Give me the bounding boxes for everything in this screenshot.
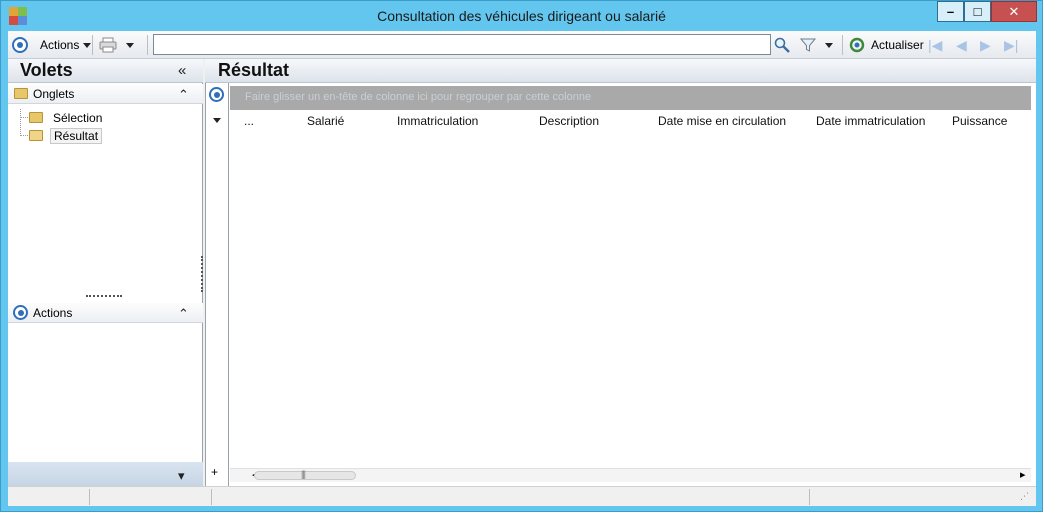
search-button[interactable] (774, 35, 790, 55)
panel-splitter-grip[interactable] (86, 295, 122, 297)
column-header-more[interactable]: ... (244, 114, 254, 132)
grid-row-gutter: + (205, 83, 229, 490)
tree-item-label: Résultat (50, 127, 103, 144)
toolbar-separator (842, 35, 843, 55)
status-cell (211, 489, 212, 505)
onglets-group-header[interactable]: Onglets ⌃ (8, 84, 203, 104)
first-record-button[interactable]: |◀ (928, 35, 942, 55)
open-folder-icon (29, 130, 43, 141)
status-cell (89, 489, 90, 505)
resize-grip-icon[interactable]: ⋰ (1020, 491, 1029, 502)
chevron-down-icon (126, 42, 134, 48)
refresh-button[interactable]: Actualiser (849, 35, 924, 55)
previous-record-button[interactable]: ◀ (956, 35, 967, 55)
target-icon[interactable] (209, 87, 224, 102)
folder-icon (29, 112, 43, 123)
scroll-right-icon[interactable]: ▸ (1020, 468, 1026, 481)
column-header-salarie[interactable]: Salarié (307, 114, 344, 132)
toolbar: Actions Actualiser |◀ ◀ ▶ ▶| (8, 31, 1036, 59)
group-by-panel[interactable]: Faire glisser un en-tête de colonne ici … (230, 86, 1031, 110)
chevron-down-icon: ▾ (178, 468, 185, 483)
title-bar[interactable]: Consultation des véhicules dirigeant ou … (1, 1, 1042, 31)
target-icon (12, 37, 28, 53)
tree-connector (20, 135, 28, 136)
options-button[interactable] (12, 35, 28, 55)
collapse-panel-icon[interactable]: « (178, 62, 186, 79)
next-icon: ▶ (980, 36, 991, 53)
search-input[interactable] (153, 34, 771, 55)
chevron-down-icon (83, 42, 92, 48)
refresh-icon (849, 37, 865, 53)
column-header-puissance[interactable]: Puissance (952, 114, 1007, 132)
maximize-button[interactable]: □ (964, 1, 991, 22)
chevron-up-icon[interactable]: ⌃ (178, 87, 189, 103)
printer-icon (99, 37, 117, 53)
column-header-immatriculation[interactable]: Immatriculation (397, 114, 478, 132)
status-bar: ⋰ (8, 486, 1036, 506)
resultat-panel: Résultat + Faire glisser un en-tête de c… (205, 59, 1036, 490)
actions-menu-label: Actions (40, 38, 80, 52)
tree-item-label: Sélection (53, 110, 103, 125)
actions-group-label: Actions (33, 306, 73, 320)
tree-connector (20, 117, 28, 118)
app-window: Consultation des véhicules dirigeant ou … (0, 0, 1043, 512)
toolbar-separator (147, 35, 148, 55)
chevron-down-icon (825, 42, 833, 48)
filter-button[interactable] (800, 35, 833, 55)
last-page-icon: ▶| (1004, 36, 1019, 53)
onglets-label: Onglets (33, 87, 75, 101)
group-by-hint: Faire glisser un en-tête de colonne ici … (245, 91, 592, 103)
chevron-down-icon[interactable] (213, 118, 221, 123)
close-button[interactable]: ✕ (991, 1, 1037, 22)
status-cell (809, 489, 810, 505)
actions-menu-button[interactable]: Actions (40, 35, 92, 55)
volets-header: Volets « (8, 59, 203, 83)
tree-connector (20, 109, 21, 136)
client-area: Actions Actualiser |◀ ◀ ▶ ▶| Volets « On… (8, 31, 1036, 506)
vertical-splitter-grip[interactable] (201, 256, 203, 292)
refresh-label: Actualiser (871, 38, 924, 52)
last-record-button[interactable]: ▶| (1004, 35, 1018, 55)
resultat-header: Résultat (205, 59, 1036, 83)
chevron-up-icon[interactable]: ⌃ (178, 306, 189, 322)
horizontal-scrollbar[interactable]: ◂ ||| ▸ (230, 468, 1031, 482)
previous-icon: ◀ (956, 36, 967, 53)
actions-group-header[interactable]: Actions ⌃ (8, 303, 203, 323)
scrollbar-thumb[interactable]: ||| (254, 469, 356, 480)
column-header-date-immatriculation[interactable]: Date immatriculation (816, 114, 925, 132)
add-row-button[interactable]: + (211, 465, 218, 479)
grip-icon: ||| (301, 469, 306, 479)
toolbar-separator (92, 35, 93, 55)
print-button[interactable] (98, 35, 134, 55)
folder-icon (14, 88, 28, 99)
next-record-button[interactable]: ▶ (980, 35, 991, 55)
column-header-description[interactable]: Description (539, 114, 599, 132)
resultat-title: Résultat (218, 60, 290, 80)
search-icon (774, 37, 790, 53)
volets-title: Volets (20, 60, 73, 80)
first-page-icon: |◀ (928, 36, 943, 53)
minimize-button[interactable]: – (937, 1, 964, 22)
tree-item-selection[interactable]: Sélection (29, 109, 105, 126)
filter-icon (800, 38, 816, 52)
window-title: Consultation des véhicules dirigeant ou … (377, 8, 666, 24)
target-icon (13, 305, 28, 320)
tree-item-resultat[interactable]: Résultat (29, 127, 103, 144)
column-header-date-mise-en-circulation[interactable]: Date mise en circulation (658, 114, 786, 132)
volets-panel: Volets « Onglets ⌃ Sélection Résultat Ac… (8, 59, 203, 490)
